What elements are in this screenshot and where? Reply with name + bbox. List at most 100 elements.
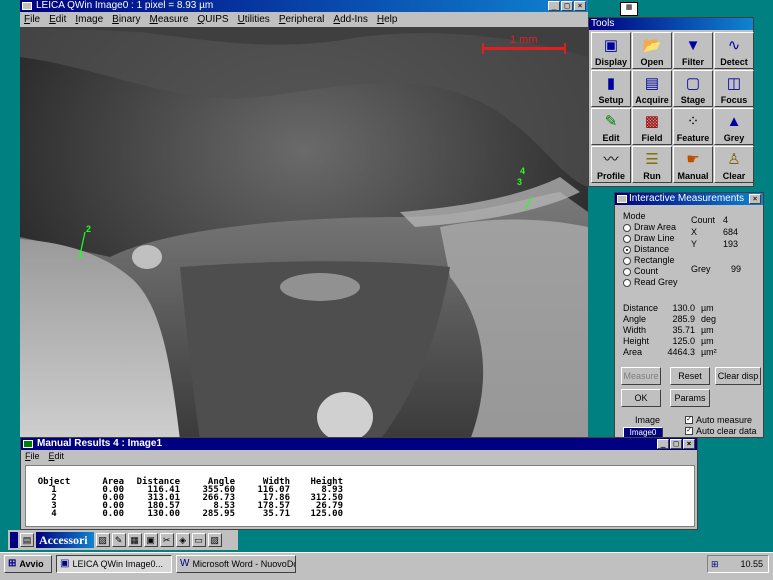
tool-profile-button[interactable]: 〰 Profile bbox=[591, 146, 631, 183]
tools-titlebar[interactable]: Tools bbox=[589, 18, 753, 30]
paint-icon[interactable]: ▧ bbox=[95, 533, 110, 547]
im-titlebar[interactable]: Interactive Measurements × bbox=[615, 193, 763, 205]
mode-distance[interactable]: Distance bbox=[623, 244, 678, 255]
measure-button[interactable]: Measure bbox=[621, 367, 661, 385]
desktop-icon[interactable]: ▦ bbox=[620, 2, 638, 16]
menu-measure[interactable]: Measure bbox=[150, 12, 189, 27]
mode-count[interactable]: Count bbox=[623, 266, 678, 277]
mr-close-button[interactable]: × bbox=[683, 439, 695, 449]
menu-utilities[interactable]: Utilities bbox=[238, 12, 270, 27]
mode-draw-area[interactable]: Draw Area bbox=[623, 222, 678, 233]
accessori-label: Accessori bbox=[36, 532, 94, 548]
tool-grey-button[interactable]: ▲ Grey bbox=[714, 108, 754, 145]
measurement-width: Width 35.71 µm bbox=[623, 325, 714, 335]
broom-icon: ♙ bbox=[727, 151, 741, 168]
mode-read-grey[interactable]: Read Grey bbox=[623, 277, 678, 288]
toolbar-grip[interactable] bbox=[10, 532, 18, 548]
image-label: Image bbox=[635, 415, 661, 425]
camera-icon: ▤ bbox=[644, 75, 660, 92]
results-header-row: Object Area Distance Angle Width Height bbox=[37, 477, 343, 487]
accessori-folder-icon[interactable]: ▤ bbox=[20, 533, 34, 547]
tool-detect-button[interactable]: ∿ Detect bbox=[714, 32, 754, 69]
point-label-3: 3 bbox=[517, 177, 523, 187]
tool-edit-button[interactable]: ✎ Edit bbox=[591, 108, 631, 145]
results-text-area[interactable]: Object Area Distance Angle Width Height 1 0.00… bbox=[25, 465, 695, 527]
close-button[interactable]: × bbox=[574, 1, 586, 11]
x-value: 684 bbox=[723, 227, 739, 237]
notepad-icon[interactable]: ✎ bbox=[111, 533, 126, 547]
tool-run-button[interactable]: ☰ Run bbox=[632, 146, 672, 183]
tool-display-button[interactable]: ▣ Display bbox=[591, 32, 631, 69]
mode-draw-line[interactable]: Draw Line bbox=[623, 233, 678, 244]
tools-palette: Tools ▣ Display 📂 Open ▼ Filter ∿ Detect ▮ Se… bbox=[588, 17, 754, 187]
tool-feature-button[interactable]: ⁘ Feature bbox=[673, 108, 713, 145]
qwin-titlebar[interactable]: LEICA QWin Image0 : 1 pixel = 8.93 µm _ … bbox=[20, 0, 588, 12]
mode-group: Mode Draw Area Draw Line Distance Rectan… bbox=[623, 211, 678, 288]
taskbar: ⊞ Avvio ▣ LEICA QWin Image0... W Microsoft … bbox=[0, 552, 773, 580]
mode-label: Mode bbox=[623, 211, 646, 221]
measurement-area: Area 4464.3 µm² bbox=[623, 347, 717, 357]
mr-menu-file[interactable]: File bbox=[25, 450, 40, 463]
tools-icon[interactable]: ✂ bbox=[159, 533, 174, 547]
explorer-icon[interactable]: ▣ bbox=[143, 533, 158, 547]
system-tray: ⊞ 10.55 bbox=[707, 555, 769, 573]
tool-field-button[interactable]: ▩ Field bbox=[632, 108, 672, 145]
media-icon[interactable]: ◈ bbox=[175, 533, 190, 547]
detect-icon: ∿ bbox=[727, 37, 741, 54]
menu-edit[interactable]: Edit bbox=[49, 12, 66, 27]
menu-quips[interactable]: QUIPS bbox=[197, 12, 228, 27]
menu-file[interactable]: File bbox=[24, 12, 40, 27]
auto-clear-data-checkbox[interactable]: ✓ Auto clear data bbox=[685, 426, 757, 436]
menu-binary[interactable]: Binary bbox=[112, 12, 140, 27]
tool-acquire-button[interactable]: ▤ Acquire bbox=[632, 70, 672, 107]
clear-disp-button[interactable]: Clear disp bbox=[715, 367, 761, 385]
reset-button[interactable]: Reset bbox=[670, 367, 710, 385]
menu-add-ins[interactable]: Add-Ins bbox=[333, 12, 367, 27]
microscope-image[interactable]: 1 mm 1 2 3 4 bbox=[20, 27, 588, 440]
windows-logo-icon: ⊞ bbox=[8, 558, 17, 569]
tool-setup-button[interactable]: ▮ Setup bbox=[591, 70, 631, 107]
tool-clear-button[interactable]: ♙ Clear bbox=[714, 146, 754, 183]
taskbar-item-qwin[interactable]: ▣ LEICA QWin Image0... bbox=[56, 555, 172, 573]
start-button[interactable]: ⊞ Avvio bbox=[4, 555, 52, 573]
display-icon: ▣ bbox=[603, 37, 619, 54]
checkbox-checked-icon: ✓ bbox=[685, 416, 693, 424]
tool-filter-button[interactable]: ▼ Filter bbox=[673, 32, 713, 69]
auto-measure-checkbox[interactable]: ✓ Auto measure bbox=[685, 415, 752, 425]
menu-help[interactable]: Help bbox=[377, 12, 398, 27]
stage-icon: ▢ bbox=[685, 75, 701, 92]
mr-titlebar[interactable]: Manual Results 4 : Image1 _ □ × bbox=[21, 438, 697, 450]
ok-button[interactable]: OK bbox=[621, 389, 661, 407]
minimize-button[interactable]: _ bbox=[548, 1, 560, 11]
mr-menu-edit[interactable]: Edit bbox=[49, 450, 65, 463]
menu-image[interactable]: Image bbox=[75, 12, 103, 27]
mr-title: Manual Results 4 : Image1 bbox=[37, 438, 163, 449]
tools-title: Tools bbox=[591, 18, 615, 29]
tool-open-button[interactable]: 📂 Open bbox=[632, 32, 672, 69]
feature-icon: ⁘ bbox=[686, 113, 700, 130]
folder-icon[interactable]: ▨ bbox=[207, 533, 222, 547]
tool-manual-button[interactable]: ☛ Manual bbox=[673, 146, 713, 183]
table-row: 2 0.00 313.01 266.73 17.86 312.50 bbox=[51, 493, 343, 503]
tool-stage-button[interactable]: ▢ Stage bbox=[673, 70, 713, 107]
mr-maximize-button[interactable]: □ bbox=[670, 439, 682, 449]
table-row: 1 0.00 116.41 355.60 116.07 8.93 bbox=[51, 485, 343, 495]
tool-focus-button[interactable]: ◫ Focus bbox=[714, 70, 754, 107]
maximize-button[interactable]: □ bbox=[561, 1, 573, 11]
tray-network-icon[interactable]: ⊞ bbox=[708, 556, 719, 572]
im-close-button[interactable]: × bbox=[749, 194, 761, 204]
mode-rectangle[interactable]: Rectangle bbox=[623, 255, 678, 266]
folder-open-icon: 📂 bbox=[642, 37, 662, 54]
calculator-icon[interactable]: ▦ bbox=[127, 533, 142, 547]
taskbar-item-word[interactable]: W Microsoft Word - NuovoDo... bbox=[176, 555, 296, 573]
table-row: 4 0.00 130.00 285.95 35.71 125.00 bbox=[51, 509, 343, 519]
y-label: Y bbox=[691, 239, 698, 249]
table-row: 3 0.00 180.57 8.53 178.57 26.79 bbox=[51, 501, 343, 511]
results-table: Object Area Distance Angle Width Height 1 0.00… bbox=[34, 477, 343, 519]
mr-minimize-button[interactable]: _ bbox=[657, 439, 669, 449]
params-button[interactable]: Params bbox=[670, 389, 710, 407]
menu-peripheral[interactable]: Peripheral bbox=[279, 12, 325, 27]
setup-icon: ▮ bbox=[606, 75, 616, 92]
window-icon[interactable]: ▭ bbox=[191, 533, 206, 547]
count-label: Count bbox=[691, 215, 716, 225]
